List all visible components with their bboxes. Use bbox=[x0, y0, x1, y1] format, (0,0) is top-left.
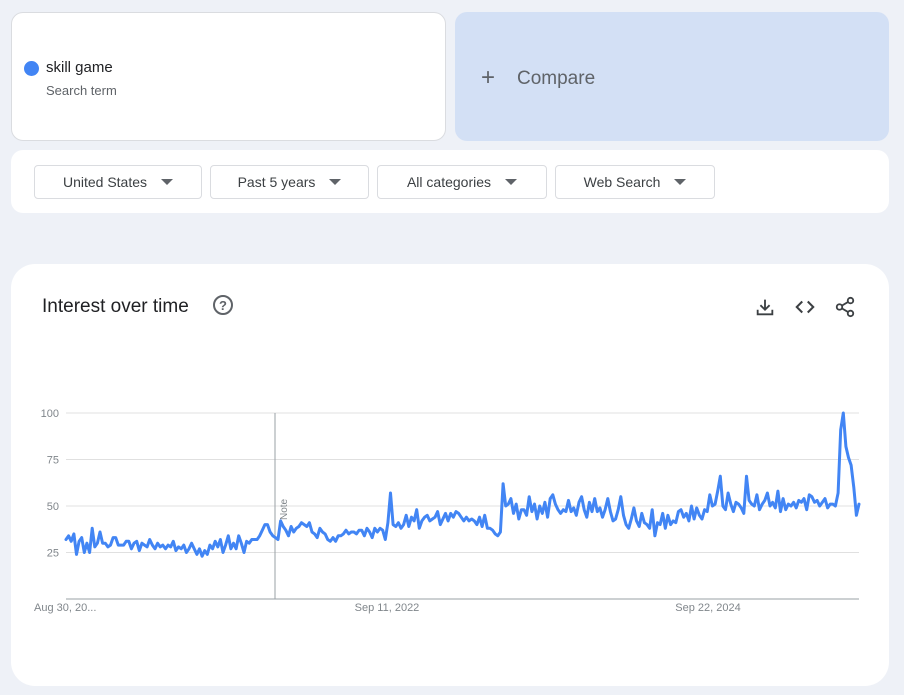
x-tick-label: Sep 11, 2022 bbox=[355, 602, 420, 614]
caret-down-icon bbox=[161, 179, 174, 185]
location-filter-label: United States bbox=[62, 174, 148, 190]
search-type-filter-dropdown[interactable]: Web Search bbox=[555, 165, 715, 199]
time-range-filter-dropdown[interactable]: Past 5 years bbox=[210, 165, 369, 199]
caret-down-icon bbox=[329, 179, 342, 185]
interest-line-chart: 25 50 75 100 Note Aug 30, 20... Sep 11, 2022 Se… bbox=[34, 408, 861, 614]
time-range-filter-label: Past 5 years bbox=[237, 174, 316, 190]
location-filter-dropdown[interactable]: United States bbox=[34, 165, 202, 199]
y-tick-label: 50 bbox=[47, 501, 59, 513]
compare-label: Compare bbox=[517, 68, 596, 89]
y-tick-label: 100 bbox=[41, 408, 59, 420]
filters-bar: United States Past 5 years All categorie… bbox=[11, 150, 889, 213]
search-term-subtitle: Search term bbox=[46, 83, 117, 98]
y-tick-label: 75 bbox=[47, 455, 59, 467]
category-filter-dropdown[interactable]: All categories bbox=[377, 165, 547, 199]
caret-down-icon bbox=[505, 179, 518, 185]
caret-down-icon bbox=[674, 179, 687, 185]
compare-button[interactable]: + Compare bbox=[455, 12, 889, 141]
plus-icon: + bbox=[481, 64, 496, 91]
x-tick-label: Aug 30, 20... bbox=[34, 602, 96, 614]
category-filter-label: All categories bbox=[406, 174, 492, 190]
interest-over-time-card: Interest over time ? 25 50 75 100 Note Aug 30… bbox=[11, 264, 889, 686]
search-type-filter-label: Web Search bbox=[583, 174, 661, 190]
y-tick-label: 25 bbox=[47, 548, 59, 560]
series-color-dot bbox=[24, 61, 39, 76]
search-term-card[interactable]: skill game Search term bbox=[11, 12, 446, 141]
x-tick-label: Sep 22, 2024 bbox=[675, 602, 740, 614]
note-label: Note bbox=[279, 498, 290, 520]
search-term-name[interactable]: skill game bbox=[46, 59, 113, 76]
series-line bbox=[64, 411, 861, 558]
